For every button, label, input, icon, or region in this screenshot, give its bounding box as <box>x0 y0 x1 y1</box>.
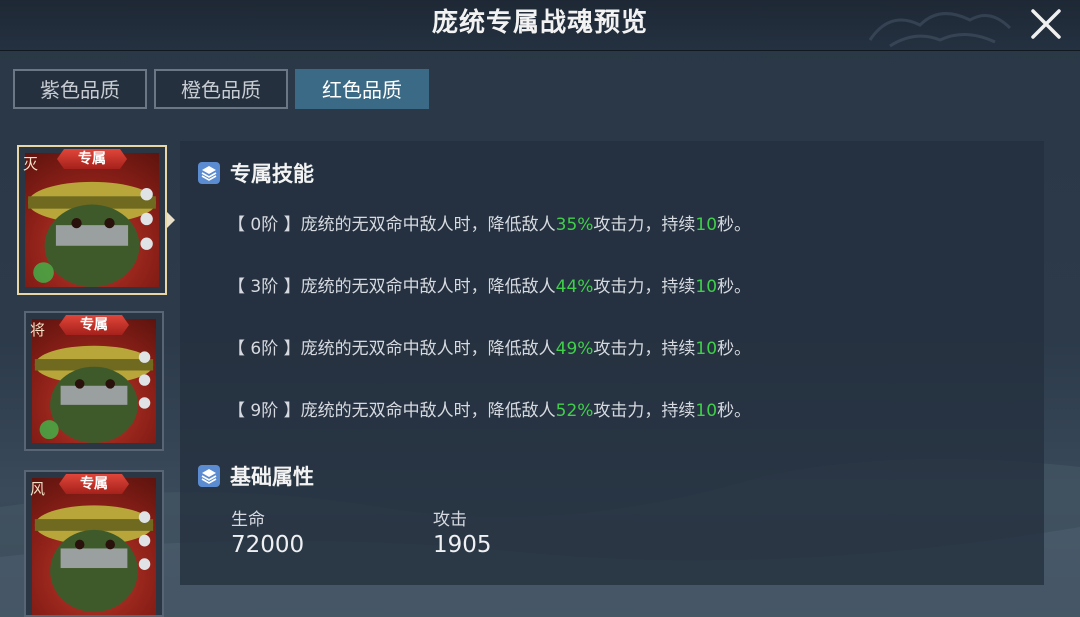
attributes-section-header: 基础属性 <box>198 461 314 491</box>
skill-text: 秒。 <box>717 277 752 297</box>
skill-level-row: 【 3阶 】庞统的无双命中敌人时，降低敌人44%攻击力，持续10秒。 <box>228 272 751 297</box>
close-button[interactable] <box>1026 4 1066 44</box>
hero-portrait <box>32 478 156 615</box>
stat-value-attack: 1905 <box>433 532 492 558</box>
exclusive-badge: 专属 <box>57 149 127 169</box>
hero-card[interactable]: 专属 风 <box>24 470 164 617</box>
skill-text: 攻击力，持续 <box>593 401 696 421</box>
tab-orange-quality[interactable]: 橙色品质 <box>154 69 288 109</box>
skill-value: 35% <box>555 215 594 235</box>
skill-level-row: 【 6阶 】庞统的无双命中敌人时，降低敌人49%攻击力，持续10秒。 <box>228 334 751 359</box>
hero-card[interactable]: 专属 将 <box>24 311 164 451</box>
skill-level-row: 【 0阶 】庞统的无双命中敌人时，降低敌人35%攻击力，持续10秒。 <box>228 210 751 235</box>
detail-panel <box>180 141 1044 585</box>
attributes-section-title: 基础属性 <box>230 465 314 489</box>
skill-text: 庞统的无双命中敌人时，降低敌人 <box>300 401 556 421</box>
hero-portrait <box>32 319 156 443</box>
stat-label-hp: 生命 <box>231 510 265 530</box>
hero-portrait <box>25 153 159 287</box>
skill-stage: 【 6阶 】 <box>228 339 301 359</box>
skills-section-header: 专属技能 <box>198 158 314 188</box>
skill-stage: 【 9阶 】 <box>228 401 301 421</box>
skill-text: 秒。 <box>717 339 752 359</box>
stat-label-attack: 攻击 <box>433 510 467 530</box>
hero-grade-label: 灭 <box>23 155 39 173</box>
skill-text: 攻击力，持续 <box>593 277 696 297</box>
skill-text: 攻击力，持续 <box>593 339 696 359</box>
skill-text: 秒。 <box>717 401 752 421</box>
exclusive-badge: 专属 <box>59 474 129 494</box>
skill-duration: 10 <box>695 401 718 421</box>
skill-duration: 10 <box>695 277 718 297</box>
skill-duration: 10 <box>695 339 718 359</box>
exclusive-badge: 专属 <box>59 315 129 335</box>
tab-red-quality[interactable]: 红色品质 <box>295 69 429 109</box>
skill-text: 庞统的无双命中敌人时，降低敌人 <box>300 215 556 235</box>
hero-card-selected[interactable]: 专属 灭 <box>17 145 167 295</box>
selection-pointer <box>167 212 175 228</box>
skill-text: 秒。 <box>717 215 752 235</box>
skill-level-row: 【 9阶 】庞统的无双命中敌人时，降低敌人52%攻击力，持续10秒。 <box>228 396 751 421</box>
skill-duration: 10 <box>695 215 718 235</box>
skill-text: 庞统的无双命中敌人时，降低敌人 <box>300 277 556 297</box>
skill-stage: 【 3阶 】 <box>228 277 301 297</box>
skill-stage: 【 0阶 】 <box>228 215 301 235</box>
skill-value: 44% <box>555 277 594 297</box>
skill-value: 49% <box>555 339 594 359</box>
stat-value-hp: 72000 <box>231 532 305 558</box>
skills-section-title: 专属技能 <box>230 162 314 186</box>
title-bar: 庞统专属战魂预览 <box>0 0 1080 51</box>
hero-grade-label: 将 <box>30 321 46 339</box>
skill-text: 攻击力，持续 <box>593 215 696 235</box>
skill-text: 庞统的无双命中敌人时，降低敌人 <box>300 339 556 359</box>
window-title: 庞统专属战魂预览 <box>431 8 648 38</box>
hero-grade-label: 风 <box>30 480 46 498</box>
skill-value: 52% <box>555 401 594 421</box>
tab-purple-quality[interactable]: 紫色品质 <box>13 69 147 109</box>
layers-icon <box>198 162 220 184</box>
layers-icon <box>198 465 220 487</box>
close-icon <box>1031 9 1061 39</box>
